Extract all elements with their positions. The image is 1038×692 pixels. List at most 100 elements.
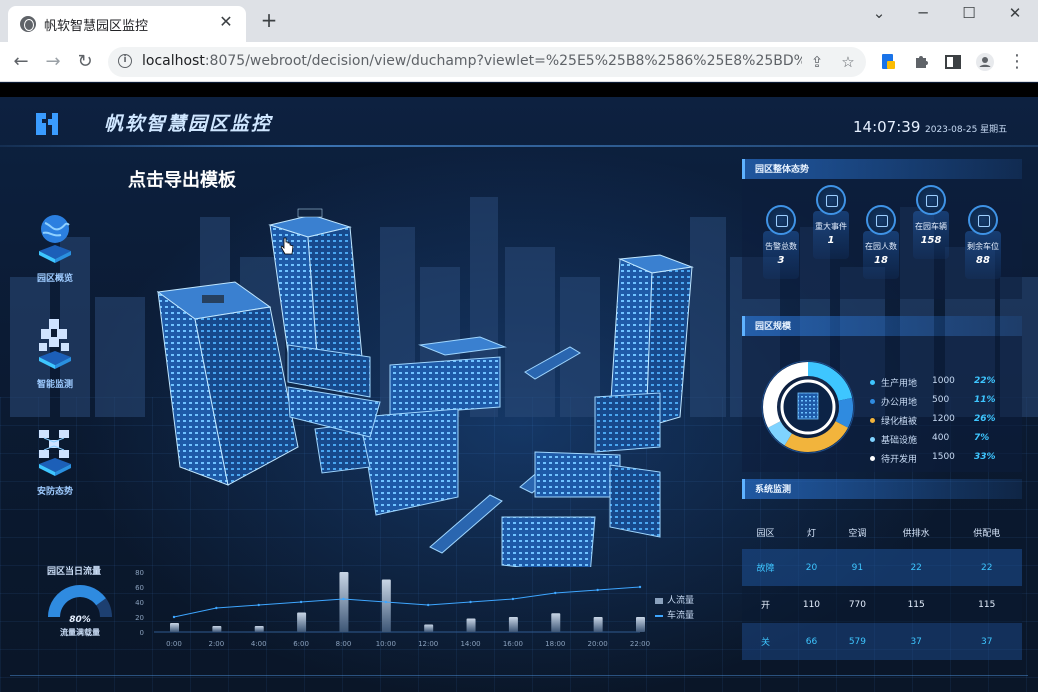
bar-people-flow[interactable] [212,626,222,632]
point-car-flow[interactable] [384,600,388,604]
bar-people-flow[interactable] [170,623,179,632]
donut-segment[interactable] [835,397,853,428]
table-cell: 关 [742,623,790,660]
bottom-frame-line [10,675,1028,676]
traffic-flow-chart[interactable]: 80 60 40 20 0 0:00 2:00 4:00 6:00 8:00 10:00 12:00 1… [130,562,650,657]
point-car-flow[interactable] [638,585,642,589]
stat-label: 在园人数 [865,242,897,251]
legend-percent: 7% [974,433,990,443]
bar-people-flow[interactable] [339,572,349,632]
nav-security[interactable]: 安防态势 [24,422,86,497]
y-tick-label: 40 [135,599,144,607]
bar-people-flow[interactable] [593,617,603,632]
table-row[interactable]: 开 110 770 115 115 [742,586,1022,623]
tab-close-icon[interactable]: ✕ [216,12,236,32]
buildings-mid[interactable] [287,336,661,567]
forward-icon[interactable]: → [42,51,64,73]
bar-people-flow[interactable] [254,626,264,632]
nav-park-overview[interactable]: 园区概览 [24,209,86,284]
new-tab-button[interactable]: + [258,10,280,32]
fanruan-logo-icon [36,113,58,135]
stat-vehicles[interactable]: 在园车辆 158 [908,185,954,259]
bar-people-flow[interactable] [424,624,434,633]
share-icon[interactable]: ⇪ [808,53,826,71]
x-tick-label: 18:00 [545,640,565,648]
table-row[interactable]: 故障 20 91 22 22 [742,549,1022,586]
point-car-flow[interactable] [469,600,472,604]
column-header: 灯 [806,528,816,539]
y-tick-label: 20 [135,614,144,622]
x-tick-label: 16:00 [503,640,523,648]
column-header: 供配电 [973,528,1001,539]
bookmark-star-icon[interactable]: ☆ [839,53,857,71]
address-bar[interactable]: i localhost:8075/webroot/decision/view/d… [108,47,866,77]
maximize-button[interactable]: ☐ [954,4,984,22]
x-tick-label: 8:00 [336,640,352,648]
tower-center[interactable] [268,208,363,368]
url-text[interactable]: localhost:8075/webroot/decision/view/duc… [142,53,802,69]
profile-avatar-icon[interactable] [975,52,995,72]
table-cell: 22 [880,549,952,586]
stat-people-in-park[interactable]: 在园人数 18 [858,205,904,279]
point-car-flow[interactable] [342,597,345,601]
bar-people-flow[interactable] [466,618,476,633]
minimize-button[interactable]: ─ [908,4,938,22]
stat-alarms[interactable]: 告警总数 3 [758,205,804,279]
point-car-flow[interactable] [257,603,260,607]
park-3d-model[interactable] [140,197,720,567]
export-template-button[interactable]: 点击导出模板 [128,166,236,192]
donut-segment[interactable] [768,420,793,446]
nav-smart-monitor[interactable]: 智能监测 [24,315,86,390]
reload-icon[interactable]: ↻ [74,51,96,73]
extension-document-icon[interactable] [878,52,898,72]
puzzle-icon[interactable] [911,52,931,72]
point-car-flow[interactable] [215,606,218,610]
legend-name: 办公用地 [881,398,918,408]
menu-kebab-icon[interactable]: ⋮ [1006,51,1028,73]
panel-header: 园区整体态势 [742,159,1022,179]
point-car-flow[interactable] [511,597,515,601]
scale-donut-chart[interactable] [760,359,856,455]
close-window-button[interactable]: ✕ [1000,4,1030,22]
legend-percent: 22% [974,376,996,386]
bar-people-flow[interactable] [508,617,518,632]
point-car-flow[interactable] [299,600,303,604]
table-row[interactable]: 关 66 579 37 37 [742,623,1022,660]
point-car-flow[interactable] [554,591,557,595]
line-car-flow[interactable] [173,586,641,618]
parking-icon [968,205,998,235]
legend-value: 1000 [932,376,955,386]
stat-label: 告警总数 [765,242,797,251]
stat-major-events[interactable]: 重大事件 1 [808,185,854,259]
point-car-flow[interactable] [596,588,599,592]
bar-people-flow[interactable] [636,617,645,632]
tower-left[interactable] [156,281,299,486]
table-header-row: 园区 灯 空调 供排水 供配电 [742,515,1022,549]
back-icon[interactable]: ← [10,51,32,73]
table-cell: 115 [951,586,1022,623]
legend-dot [870,380,875,385]
table-cell: 66 [789,623,834,660]
panel-header: 系统监测 [742,479,1022,499]
x-tick-label: 22:00 [630,640,650,648]
nav-label: 园区概览 [36,274,73,284]
bar-people-flow[interactable] [297,612,307,633]
point-car-flow[interactable] [172,615,176,619]
tab-search-icon[interactable]: ⌄ [864,4,894,22]
bar-people-flow[interactable] [381,579,391,633]
y-tick-label: 60 [135,584,144,592]
site-info-icon[interactable]: i [118,54,132,68]
browser-tab[interactable]: 帆软智慧园区监控 ✕ [8,6,246,42]
point-car-flow[interactable] [426,603,430,607]
nav-label: 安防态势 [36,487,73,497]
side-panel-icon[interactable] [943,52,963,72]
stat-parking-left[interactable]: 剩余车位 88 [960,205,1006,279]
table-cell: 770 [833,586,881,623]
x-tick-label: 12:00 [418,640,438,648]
legend-name: 生产用地 [881,379,918,389]
bar-people-flow[interactable] [551,613,561,632]
legend-value: 1500 [932,452,955,462]
table-cell: 115 [880,586,952,623]
table-cell: 故障 [742,549,790,586]
browser-tabbar: 帆软智慧园区监控 ✕ + ⌄ ─ ☐ ✕ [0,0,1038,42]
